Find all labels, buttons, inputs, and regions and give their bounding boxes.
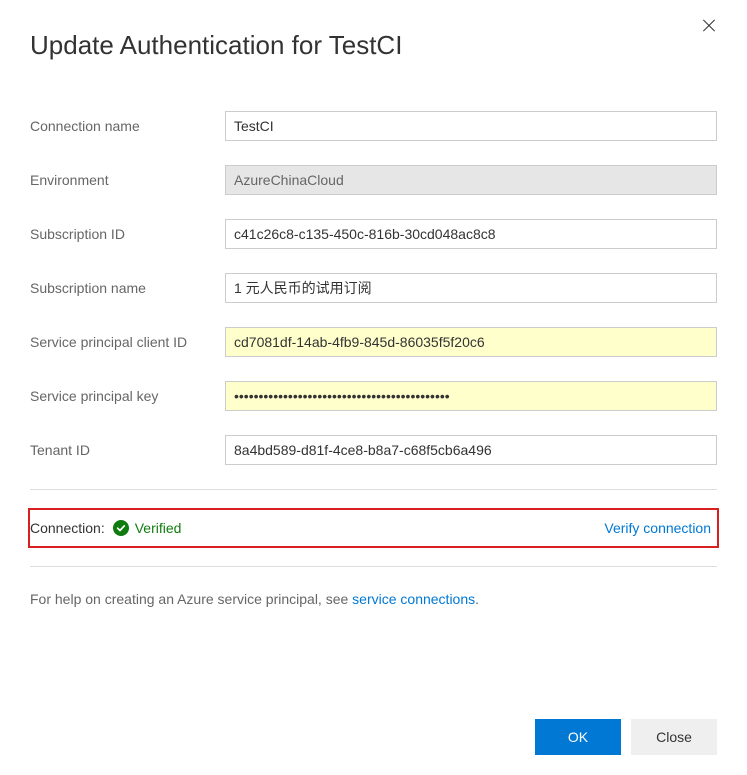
label-environment: Environment [30, 172, 225, 188]
divider-bottom [30, 566, 717, 567]
connection-status-left: Connection: Verified [30, 520, 181, 536]
dialog-title: Update Authentication for TestCI [30, 30, 717, 61]
close-button[interactable]: Close [631, 719, 717, 755]
connection-label: Connection: [30, 520, 105, 536]
row-subscription-name: Subscription name [30, 273, 717, 303]
ok-button[interactable]: OK [535, 719, 621, 755]
input-connection-name[interactable] [225, 111, 717, 141]
service-connections-link[interactable]: service connections [352, 591, 475, 607]
input-environment [225, 165, 717, 195]
input-sp-client-id[interactable] [225, 327, 717, 357]
row-sp-key: Service principal key [30, 381, 717, 411]
verify-connection-link[interactable]: Verify connection [604, 520, 711, 536]
connection-status-row: Connection: Verified Verify connection [28, 508, 719, 548]
help-text: For help on creating an Azure service pr… [30, 591, 717, 607]
verified-text: Verified [135, 520, 182, 536]
divider-top [30, 489, 717, 490]
label-sp-client-id: Service principal client ID [30, 334, 225, 350]
label-subscription-id: Subscription ID [30, 226, 225, 242]
row-environment: Environment [30, 165, 717, 195]
verified-check-icon [113, 520, 129, 536]
row-connection-name: Connection name [30, 111, 717, 141]
row-subscription-id: Subscription ID [30, 219, 717, 249]
row-tenant-id: Tenant ID [30, 435, 717, 465]
close-icon[interactable] [701, 18, 717, 34]
input-subscription-id[interactable] [225, 219, 717, 249]
help-prefix: For help on creating an Azure service pr… [30, 591, 352, 607]
input-tenant-id[interactable] [225, 435, 717, 465]
label-sp-key: Service principal key [30, 388, 225, 404]
input-subscription-name[interactable] [225, 273, 717, 303]
label-connection-name: Connection name [30, 118, 225, 134]
button-row: OK Close [535, 719, 717, 755]
label-tenant-id: Tenant ID [30, 442, 225, 458]
row-sp-client-id: Service principal client ID [30, 327, 717, 357]
help-suffix: . [475, 591, 479, 607]
label-subscription-name: Subscription name [30, 280, 225, 296]
input-sp-key[interactable] [225, 381, 717, 411]
